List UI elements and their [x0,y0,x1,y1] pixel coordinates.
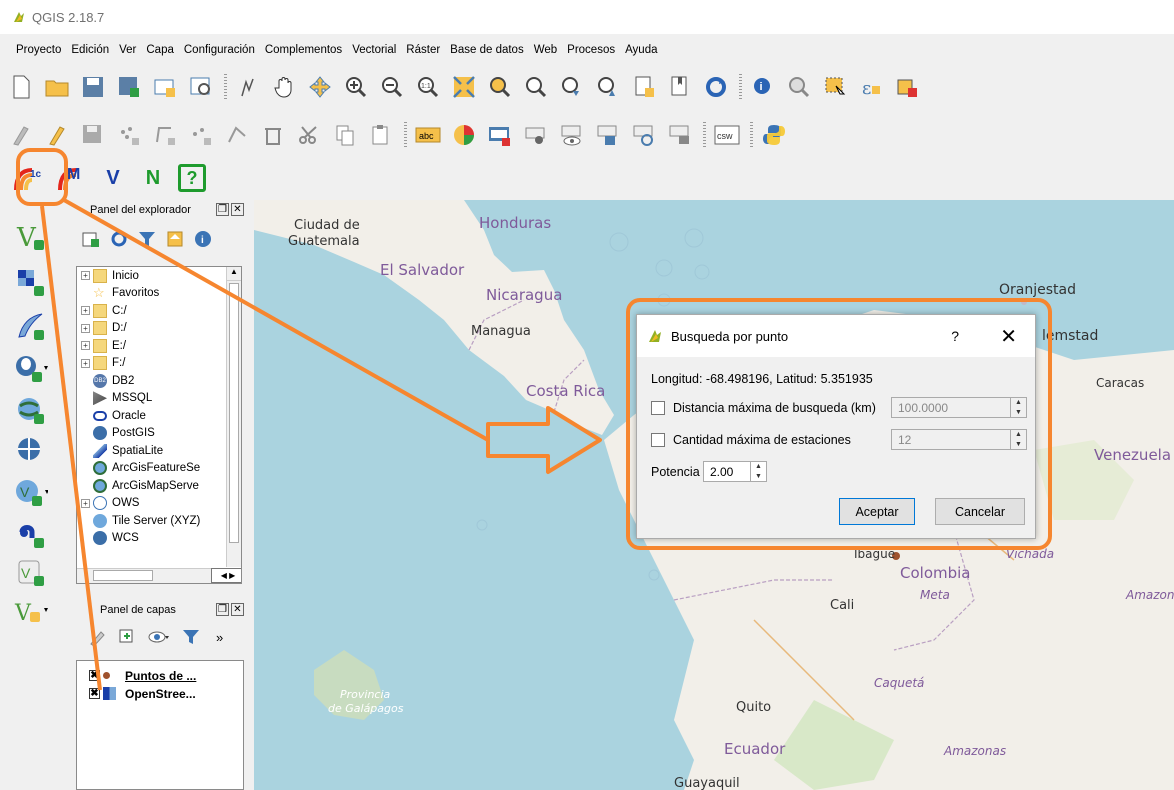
dialog-title: Busqueda por punto [671,328,789,344]
search-by-point-dialog: Busqueda por punto ? ✕ Longitud: -68.498… [636,314,1036,539]
max-distance-label: Distancia máxima de busqueda (km) [673,401,876,415]
max-distance-spinbox[interactable]: 100.0000 ▲ ▼ [891,397,1027,418]
qgis-dialog-icon [649,330,661,342]
power-label: Potencia [651,465,700,479]
max-distance-row: Distancia máxima de busqueda (km) [651,401,876,415]
close-icon[interactable]: ✕ [1000,324,1017,349]
coordinates-text: Longitud: -68.498196, Latitud: 5.351935 [651,372,873,386]
max-distance-checkbox[interactable] [651,401,665,415]
help-button[interactable]: ? [951,328,959,344]
max-stations-row: Cantidad máxima de estaciones [651,433,851,447]
accept-button[interactable]: Aceptar [839,498,915,525]
max-stations-checkbox[interactable] [651,433,665,447]
max-stations-label: Cantidad máxima de estaciones [673,433,851,447]
max-stations-spinbox[interactable]: 12 ▲ ▼ [891,429,1027,450]
dialog-titlebar: Busqueda por punto ? ✕ [637,315,1035,357]
power-spinbox[interactable]: 2.00 ▲ ▼ [703,461,767,482]
cancel-button[interactable]: Cancelar [935,498,1025,525]
